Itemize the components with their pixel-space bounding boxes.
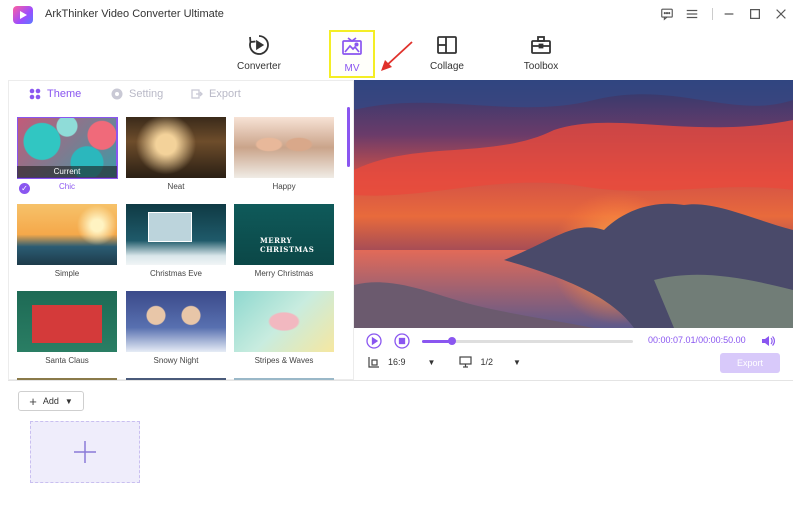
play-icon [366, 333, 382, 349]
tab-export[interactable]: Export [191, 88, 241, 100]
close-icon[interactable] [770, 4, 792, 24]
aspect-ratio-value[interactable]: 16:9 [388, 357, 406, 367]
media-area: + Add ▼ [8, 380, 793, 500]
panel-tabs: Theme Setting Export [9, 81, 355, 109]
menu-icon[interactable] [681, 4, 703, 24]
tab-theme[interactable]: Theme [29, 88, 81, 100]
preview-landscape [354, 80, 793, 328]
theme-label: Merry Christmas [254, 269, 314, 278]
check-icon: ✓ [19, 183, 30, 194]
gear-icon [111, 88, 123, 100]
export-button[interactable]: Export [720, 353, 780, 373]
theme-card-chic[interactable]: Current ✓ Chic [17, 117, 118, 194]
theme-thumbnail[interactable] [17, 291, 117, 352]
theme-label: Neat [167, 182, 185, 191]
theme-label: Christmas Eve [149, 269, 202, 278]
theme-label: Chic [58, 182, 75, 191]
tab-label: Setting [129, 88, 164, 100]
theme-card-christmas-eve[interactable]: Christmas Eve [126, 204, 226, 278]
minimize-icon[interactable] [718, 4, 740, 24]
add-label: Add [42, 396, 59, 406]
theme-scrollbar[interactable] [347, 107, 350, 167]
volume-button[interactable] [760, 333, 776, 349]
screen-value[interactable]: 1/2 [480, 357, 493, 367]
chevron-down-icon: ▼ [64, 396, 73, 406]
theme-label: Simple [54, 269, 80, 278]
theme-thumbnail[interactable] [126, 291, 226, 352]
toolbox-icon [531, 36, 551, 54]
app-title: ArkThinker Video Converter Ultimate [45, 8, 224, 20]
theme-card-santa-claus[interactable]: Santa Claus [17, 291, 117, 365]
theme-card-simple[interactable]: Simple [17, 204, 117, 278]
nav-converter[interactable]: Converter [229, 30, 289, 78]
theme-label: Snowy Night [153, 356, 199, 365]
feedback-icon[interactable] [656, 4, 678, 24]
theme-card-neat[interactable]: Neat [126, 117, 226, 191]
theme-thumbnail[interactable] [126, 204, 226, 265]
nav-collage[interactable]: Collage [417, 30, 477, 78]
theme-thumbnail[interactable] [126, 117, 226, 178]
theme-thumbnail[interactable] [17, 204, 117, 265]
play-button[interactable] [366, 333, 382, 349]
theme-card-snowy-night[interactable]: Snowy Night [126, 291, 226, 365]
aspect-dropdown-icon[interactable]: ▼ [428, 358, 436, 367]
theme-label: Happy [272, 182, 296, 191]
title-bar: ArkThinker Video Converter Ultimate [0, 0, 800, 28]
aspect-controls: 16:9 ▼ 1/2 ▼ [368, 356, 521, 368]
volume-icon [762, 336, 775, 346]
total-time: 00:00:50.00 [698, 335, 746, 345]
theme-thumbnail[interactable]: MERRY CHRISTMAS [234, 204, 334, 265]
add-button[interactable]: + Add ▼ [18, 391, 84, 411]
export-icon [191, 89, 203, 99]
theme-panel: Theme Setting Export Current ✓ Chic Neat… [8, 80, 355, 381]
nav-toolbox[interactable]: Toolbox [511, 30, 571, 78]
theme-label: Stripes & Waves [254, 356, 314, 365]
tab-label: Theme [47, 88, 82, 100]
video-preview [354, 80, 793, 328]
tab-label: Export [209, 88, 241, 100]
main-nav: Converter MV Collage Toolbox [0, 28, 800, 80]
theme-thumbnail[interactable] [234, 117, 334, 178]
mv-icon [342, 37, 362, 55]
theme-card-happy[interactable]: Happy [234, 117, 334, 191]
nav-label: Toolbox [523, 61, 559, 72]
progress-bar[interactable] [422, 337, 633, 345]
converter-icon [249, 35, 269, 55]
aspect-ratio-icon [368, 357, 379, 368]
plus-icon [74, 441, 96, 463]
theme-thumbnail[interactable]: Current [17, 117, 118, 179]
time-readout: 00:00:07.01/00:00:50.00 [648, 335, 746, 345]
nav-label: MV [344, 63, 360, 74]
screen-dropdown-icon[interactable]: ▼ [513, 358, 521, 367]
theme-grid: Current ✓ Chic Neat Happy Simple Christm… [17, 117, 347, 381]
title-separator [712, 8, 713, 20]
stop-button[interactable] [394, 333, 410, 349]
stop-icon [394, 333, 410, 349]
nav-label: Collage [430, 61, 464, 72]
plus-icon: + [29, 393, 37, 409]
theme-icon [29, 88, 41, 100]
nav-mv[interactable]: MV [329, 30, 375, 78]
maximize-icon[interactable] [744, 4, 766, 24]
theme-label: Santa Claus [45, 356, 89, 365]
current-badge: Current [17, 166, 117, 178]
add-media-dropzone[interactable] [30, 421, 140, 483]
current-time: 00:00:07.01 [648, 335, 696, 345]
app-logo-icon [13, 6, 33, 24]
overlay-text: MERRY CHRISTMAS [260, 236, 315, 254]
progress-handle[interactable] [447, 337, 456, 345]
monitor-icon [459, 356, 473, 368]
collage-icon [437, 36, 457, 54]
theme-card-stripes-waves[interactable]: Stripes & Waves [234, 291, 334, 365]
player-controls: 00:00:07.01/00:00:50.00 16:9 ▼ 1/2 ▼ Exp… [354, 328, 793, 380]
tab-setting[interactable]: Setting [111, 88, 163, 100]
theme-thumbnail[interactable] [234, 291, 334, 352]
theme-card-merry-christmas[interactable]: MERRY CHRISTMAS Merry Christmas [234, 204, 334, 278]
nav-label: Converter [237, 61, 281, 72]
annotation-arrow-icon [381, 41, 413, 71]
